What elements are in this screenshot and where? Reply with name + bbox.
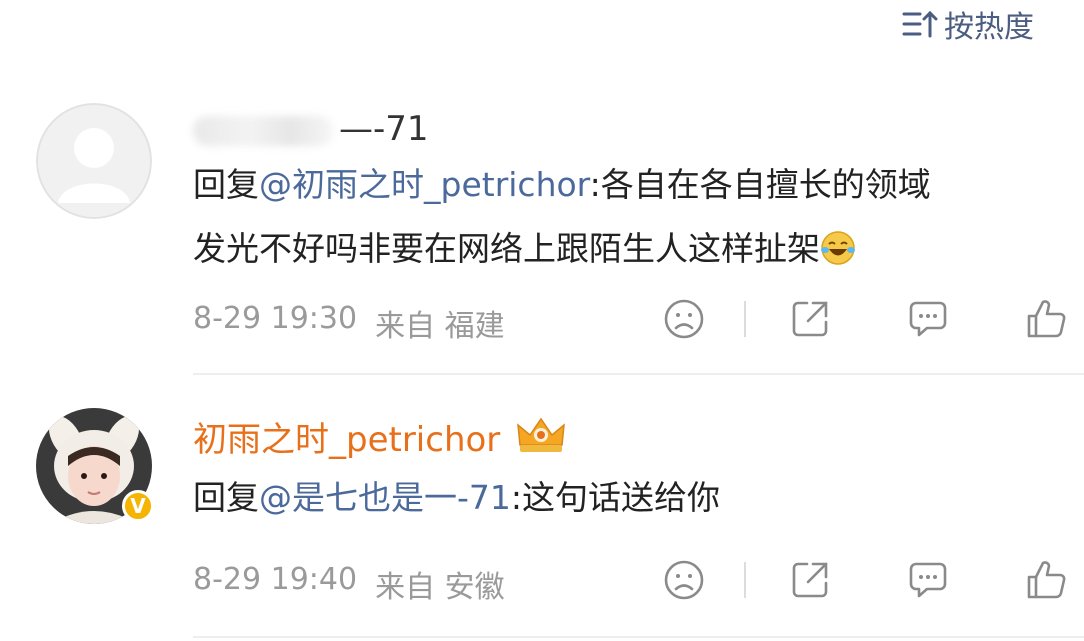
divider xyxy=(744,562,746,598)
reply-button[interactable] xyxy=(904,556,952,604)
reply-button[interactable] xyxy=(904,295,952,343)
comment-location: 来自 福建 xyxy=(375,309,505,344)
share-button[interactable] xyxy=(786,295,834,343)
comment-divider xyxy=(193,636,1084,638)
comment-actions xyxy=(660,295,1070,343)
dislike-button[interactable] xyxy=(660,295,708,343)
share-button[interactable] xyxy=(786,556,834,604)
share-icon xyxy=(792,562,828,598)
blurred-name-part xyxy=(193,115,333,146)
comment-text-line2: 发光不好吗非要在网络上跟陌生人这样扯架 xyxy=(193,229,820,268)
like-button[interactable] xyxy=(1022,556,1070,604)
comment-divider xyxy=(193,373,1084,375)
sort-icon xyxy=(902,9,938,39)
mention-link[interactable]: @是七也是一-71 xyxy=(259,478,511,517)
sort-label: 按热度 xyxy=(944,10,1034,45)
crown-badge-icon[interactable] xyxy=(514,415,568,464)
comment-meta: 8-29 19:40 来自 安徽 xyxy=(193,562,505,606)
comment-time: 8-29 19:30 xyxy=(193,301,358,336)
comment-item: V 初雨之时_petrichor 回复@是七也是一-71:这句话送给你 8-29… xyxy=(0,398,1084,641)
verified-badge: V xyxy=(122,490,154,522)
comment-text: 回复@初雨之时_petrichor:各自在各自擅长的领域 发光不好吗非要在网络上… xyxy=(193,153,1043,287)
mention-link[interactable]: @初雨之时_petrichor xyxy=(259,165,590,204)
avatar[interactable]: V xyxy=(36,408,154,524)
comment-actions xyxy=(660,556,1070,604)
share-icon xyxy=(792,301,828,337)
avatar[interactable] xyxy=(36,103,152,219)
comment-username[interactable]: —-71 xyxy=(193,109,429,149)
comment-bubble-icon xyxy=(909,562,947,598)
frown-face-icon xyxy=(664,299,704,339)
laughing-tears-emoji xyxy=(820,223,856,287)
default-avatar-icon xyxy=(36,103,152,219)
thumbs-up-icon xyxy=(1027,300,1066,338)
comment-location: 来自 安徽 xyxy=(375,570,505,605)
comment-time: 8-29 19:40 xyxy=(193,562,358,597)
reply-prefix: 回复 xyxy=(193,165,259,204)
comment-text-line1: :各自在各自擅长的领域 xyxy=(589,165,931,204)
comment-item: —-71 回复@初雨之时_petrichor:各自在各自擅长的领域 发光不好吗非… xyxy=(0,95,1084,373)
comment-text: 回复@是七也是一-71:这句话送给你 xyxy=(193,466,1043,530)
reply-prefix: 回复 xyxy=(193,478,259,517)
comment-text-line1: :这句话送给你 xyxy=(510,478,721,517)
comment-username[interactable]: 初雨之时_petrichor xyxy=(193,415,568,464)
sort-by-hot-button[interactable]: 按热度 xyxy=(902,2,1034,46)
thumbs-up-icon xyxy=(1027,561,1066,599)
frown-face-icon xyxy=(664,560,704,600)
divider xyxy=(744,301,746,337)
comment-bubble-icon xyxy=(909,301,947,337)
like-button[interactable] xyxy=(1022,295,1070,343)
dislike-button[interactable] xyxy=(660,556,708,604)
comment-meta: 8-29 19:30 来自 福建 xyxy=(193,301,505,345)
